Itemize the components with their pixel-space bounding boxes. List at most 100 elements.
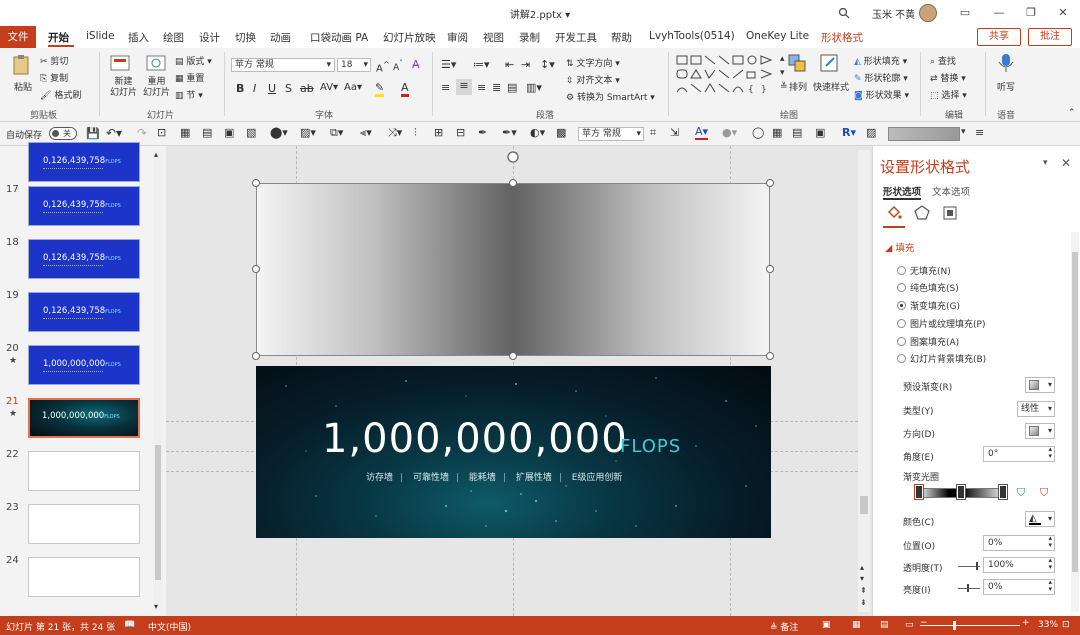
close-icon[interactable]: ✕ [1054, 4, 1072, 22]
qat-icon-16[interactable]: ●▾ [722, 126, 737, 139]
gradient-stop-selected[interactable] [914, 484, 924, 500]
section-button[interactable]: ▥ 节 ▾ [175, 88, 203, 101]
radio-button[interactable] [897, 266, 906, 275]
spinner-icon[interactable]: ▴ ▾ [1048, 446, 1052, 460]
qat-icon-8[interactable]: ⤨▾ [388, 126, 402, 140]
qat-icon-15[interactable]: ⇲ [670, 126, 679, 139]
tab-slideshow[interactable]: 幻灯片放映 [383, 30, 436, 45]
restore-icon[interactable]: ❐ [1022, 4, 1040, 22]
decrease-indent-icon[interactable]: ⇤ [505, 58, 514, 71]
qat-icon-6[interactable]: ▨▾ [300, 126, 316, 139]
slide-tag-row[interactable]: 访存墙 | 可靠性墙 | 能耗墙 | 扩展性墙 | E级应用创新 [366, 470, 622, 483]
tab-text-options[interactable]: 文本选项 [932, 184, 970, 198]
undo-icon[interactable]: ↶▾ [106, 126, 122, 140]
avatar[interactable] [919, 4, 937, 22]
tab-onekey[interactable]: OneKey Lite [746, 30, 809, 42]
slider-thumb[interactable] [967, 584, 969, 592]
font-color-icon[interactable]: A [401, 81, 409, 97]
italic-button[interactable]: I [253, 82, 256, 95]
shrink-font-button[interactable]: Aˇ [393, 59, 403, 73]
resize-handle[interactable] [766, 352, 774, 360]
search-icon[interactable] [838, 7, 850, 19]
spellcheck-icon[interactable]: 📖 [124, 620, 135, 630]
radio-button[interactable] [897, 337, 906, 346]
radio-button[interactable] [897, 319, 906, 328]
smartart-button[interactable]: ⚙ 转换为 SmartArt ▾ [566, 90, 655, 103]
normal-view-icon[interactable]: ▣ [822, 620, 831, 630]
tab-design[interactable]: 设计 [199, 30, 220, 45]
arrange-button[interactable]: 排列 [789, 80, 807, 93]
distribute-icon[interactable]: ▤ [507, 81, 517, 94]
slide-thumbnail[interactable]: 0,126,439,758FLOPS [28, 292, 140, 332]
fill-section-header[interactable]: ◢ 填充 [885, 240, 914, 254]
panel-scrollbar[interactable] [1071, 232, 1079, 612]
transparency-input[interactable]: 100% ▴ ▾ [983, 557, 1055, 573]
preset-gradient-dropdown[interactable]: ▾ [1025, 377, 1055, 393]
slide-thumbnail[interactable]: 1,000,000,000FLOPS [28, 345, 140, 385]
tab-view[interactable]: 视图 [483, 30, 504, 45]
microphone-icon[interactable] [994, 52, 1018, 74]
qat-icon-2[interactable]: ▤ [202, 126, 212, 139]
resize-handle[interactable] [766, 265, 774, 273]
qat-icon-12[interactable]: ◐▾ [530, 126, 545, 139]
selected-gradient-rectangle[interactable] [256, 183, 770, 356]
slideshow-icon[interactable]: ⊡ [157, 126, 166, 139]
reuse-slides-button[interactable]: 重用 幻灯片 [143, 77, 170, 99]
find-button[interactable]: ⌕ 查找 [930, 54, 956, 67]
qat-icon-18[interactable]: ▦ [772, 126, 782, 139]
qat-icon-7[interactable]: ⧉▾ [330, 126, 343, 140]
close-icon[interactable]: ✕ [1061, 156, 1071, 170]
scroll-up-icon[interactable]: ▴ [860, 563, 864, 572]
resize-handle[interactable] [766, 179, 774, 187]
slide-big-number[interactable]: 1,000,000,000 [322, 416, 628, 462]
comment-button[interactable]: 批注 [1028, 28, 1072, 46]
shape-effects-button[interactable]: ◙ 形状效果 ▾ [854, 88, 909, 101]
font-name-dropdown[interactable]: 苹方 常规 ▾ [231, 58, 335, 72]
replace-button[interactable]: ⇄ 替换 ▾ [930, 71, 966, 84]
thumbnail-scrollbar[interactable]: ▴ ▾ [153, 150, 163, 612]
radio-background-fill[interactable]: 幻灯片背景填充(B) [897, 352, 986, 365]
current-slide[interactable]: 1,000,000,000 FLOPS 访存墙 | 可靠性墙 | 能耗墙 | 扩展性墙… [256, 366, 771, 538]
ribbon-display-icon[interactable]: ▭ [956, 4, 974, 22]
resize-handle[interactable] [509, 352, 517, 360]
paste-button[interactable]: 粘贴 [14, 80, 32, 93]
radio-pattern-fill[interactable]: 图案填充(A) [897, 335, 959, 348]
slide-sorter-icon[interactable]: ▦ [852, 620, 861, 630]
tab-insert[interactable]: 插入 [128, 30, 149, 45]
char-spacing-button[interactable]: AV▾ [320, 82, 338, 93]
radio-gradient-fill[interactable]: 渐变填充(G) [897, 299, 960, 312]
slide-thumbnail[interactable] [28, 451, 140, 491]
tab-home[interactable]: 开始 [48, 30, 69, 45]
tab-developer[interactable]: 开发工具 [555, 30, 597, 45]
remove-stop-icon[interactable]: ⛉ [1040, 486, 1048, 500]
zoom-in-icon[interactable]: + [1022, 618, 1030, 628]
scroll-up-icon[interactable]: ▴ [154, 150, 158, 159]
clear-format-icon[interactable]: A̶ [412, 58, 420, 71]
underline-button[interactable]: U [268, 82, 276, 95]
fill-line-icon[interactable] [885, 204, 903, 222]
add-stop-icon[interactable]: ⛉ [1017, 486, 1025, 500]
user-name[interactable]: 玉米 不黄 [872, 6, 915, 21]
copy-button[interactable]: ⎘ 复制 [40, 71, 68, 84]
radio-button[interactable] [897, 283, 906, 292]
align-center-icon[interactable]: ≡ [456, 79, 472, 95]
save-icon[interactable]: 💾 [86, 127, 100, 140]
tab-transitions[interactable]: 切换 [235, 30, 256, 45]
shapes-gallery-icon[interactable]: {} [675, 54, 777, 100]
slide-thumbnail[interactable]: 0,126,439,758FLOPS [28, 142, 140, 182]
radio-button[interactable] [897, 354, 906, 363]
scrollbar-thumb[interactable] [155, 445, 161, 580]
qat-icon-1[interactable]: ▦ [180, 126, 190, 139]
tab-shape-options[interactable]: 形状选项 [883, 184, 921, 198]
chevron-down-icon[interactable]: ▾ [565, 10, 570, 21]
font-size-dropdown[interactable]: 18 ▾ [337, 58, 371, 72]
cut-button[interactable]: ✂ 剪切 [40, 54, 68, 67]
qat-icon-17[interactable]: ◯ [752, 126, 764, 139]
reading-view-icon[interactable]: ▤ [880, 620, 889, 630]
shape-fill-button[interactable]: ◭ 形状填充 ▾ [854, 54, 907, 67]
align-right-icon[interactable]: ≡ [477, 81, 486, 94]
text-direction-button[interactable]: ⇅ 文字方向 ▾ [566, 56, 620, 69]
qat-align-icon[interactable]: ⫷▾ [360, 126, 372, 140]
slide-thumbnail[interactable] [28, 504, 140, 544]
resize-handle[interactable] [252, 179, 260, 187]
